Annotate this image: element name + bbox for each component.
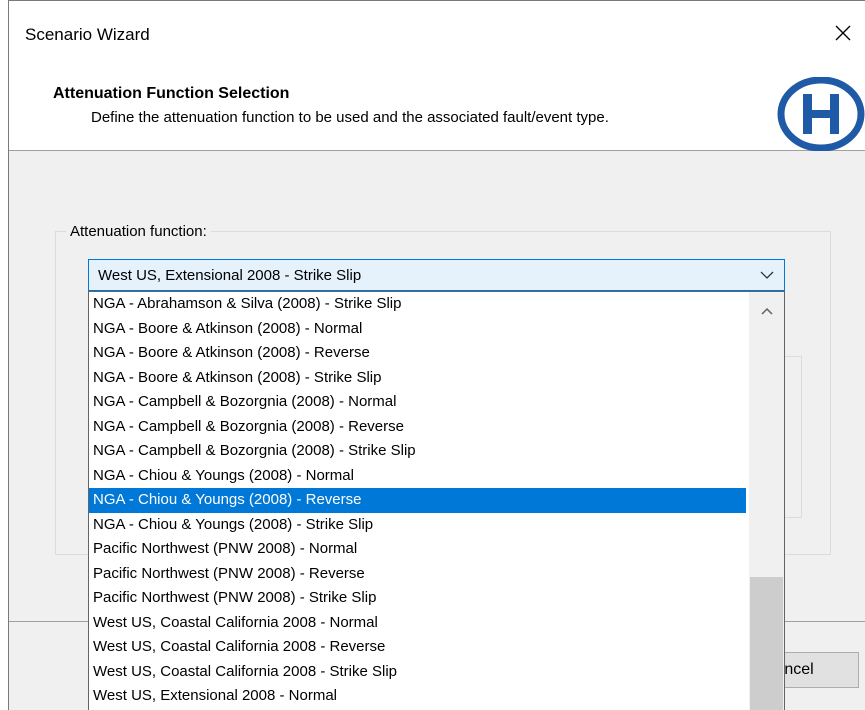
dropdown-option[interactable]: NGA - Boore & Atkinson (2008) - Normal xyxy=(89,317,746,342)
attenuation-function-dropdown-list[interactable]: NGA - Abrahamson & Silva (2008) - Strike… xyxy=(88,291,785,710)
dropdown-option[interactable]: NGA - Boore & Atkinson (2008) - Strike S… xyxy=(89,366,746,391)
dropdown-scrollbar[interactable] xyxy=(749,292,784,710)
dropdown-option[interactable]: West US, Coastal California 2008 - Norma… xyxy=(89,611,746,636)
close-icon xyxy=(835,25,851,41)
dropdown-option[interactable]: Pacific Northwest (PNW 2008) - Normal xyxy=(89,537,746,562)
dropdown-option[interactable]: NGA - Campbell & Bozorgnia (2008) - Reve… xyxy=(89,415,746,440)
select-value: West US, Extensional 2008 - Strike Slip xyxy=(98,267,362,284)
dropdown-option[interactable]: NGA - Abrahamson & Silva (2008) - Strike… xyxy=(89,292,746,317)
dropdown-option[interactable]: NGA - Campbell & Bozorgnia (2008) - Norm… xyxy=(89,390,746,415)
chevron-up-icon xyxy=(760,307,773,315)
title-bar: Scenario Wizard xyxy=(9,1,865,69)
dropdown-options: NGA - Abrahamson & Silva (2008) - Strike… xyxy=(89,292,746,710)
cancel-button-label: ncel xyxy=(784,661,814,678)
dropdown-option[interactable]: Pacific Northwest (PNW 2008) - Reverse xyxy=(89,562,746,587)
dropdown-option[interactable]: West US, Coastal California 2008 - Rever… xyxy=(89,635,746,660)
dropdown-option[interactable]: NGA - Boore & Atkinson (2008) - Reverse xyxy=(89,341,746,366)
hazus-logo xyxy=(777,77,865,151)
scroll-thumb[interactable] xyxy=(750,577,783,710)
dropdown-option[interactable]: Pacific Northwest (PNW 2008) - Strike Sl… xyxy=(89,586,746,611)
close-button[interactable] xyxy=(820,13,865,53)
dropdown-option[interactable]: West US, Extensional 2008 - Normal xyxy=(89,684,746,709)
page-title: Attenuation Function Selection xyxy=(53,85,290,102)
attenuation-function-label: Attenuation function: xyxy=(66,223,211,240)
chevron-down-icon xyxy=(760,271,774,279)
dropdown-option[interactable]: NGA - Chiou & Youngs (2008) - Normal xyxy=(89,464,746,489)
dropdown-option[interactable]: NGA - Campbell & Bozorgnia (2008) - Stri… xyxy=(89,439,746,464)
scroll-up-button[interactable] xyxy=(749,292,784,330)
attenuation-function-select[interactable]: West US, Extensional 2008 - Strike Slip xyxy=(88,259,785,291)
dropdown-option[interactable]: West US, Coastal California 2008 - Strik… xyxy=(89,660,746,685)
window-title: Scenario Wizard xyxy=(25,25,150,44)
dropdown-option[interactable]: NGA - Chiou & Youngs (2008) - Strike Sli… xyxy=(89,513,746,538)
dropdown-option[interactable]: NGA - Chiou & Youngs (2008) - Reverse xyxy=(89,488,746,513)
wizard-header: Attenuation Function Selection Define th… xyxy=(9,69,865,151)
page-description: Define the attenuation function to be us… xyxy=(91,109,609,126)
scenario-wizard-dialog: Scenario Wizard Attenuation Function Sel… xyxy=(8,0,865,710)
